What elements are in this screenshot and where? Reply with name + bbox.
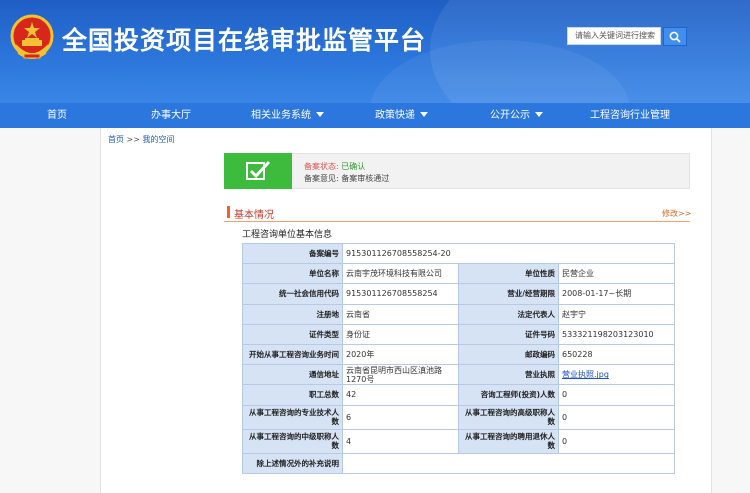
table-row: 从事工程咨询的专业技术人数 6 从事工程咨询的高级职称人数 0 bbox=[242, 404, 676, 430]
table-key: 从事工程咨询的聘用退休人数 bbox=[458, 428, 559, 454]
table-value: 2020年 bbox=[342, 343, 459, 366]
site-title: 全国投资项目在线审批监管平台 bbox=[62, 26, 427, 55]
table-row: 除上述情况外的补充说明 bbox=[242, 452, 676, 474]
table-value: 650228 bbox=[557, 343, 676, 366]
table-key: 证件类型 bbox=[242, 323, 343, 345]
table-key: 注册地 bbox=[242, 303, 343, 325]
table-key: 单位性质 bbox=[458, 263, 559, 285]
section-marker bbox=[227, 206, 230, 218]
edit-link[interactable]: 修改>> bbox=[662, 208, 691, 219]
table-value: 915301126708558254-20 bbox=[341, 242, 676, 265]
nav-industry-management[interactable]: 工程咨询行业管理 bbox=[590, 103, 670, 128]
table-value: 533321198203123010 bbox=[557, 323, 676, 345]
site-header: 全国投资项目在线审批监管平台 请输入关键词进行搜索 bbox=[0, 0, 750, 103]
status-state: 备案状态: 已确认 bbox=[304, 161, 365, 172]
status-opinion-label: 备案意见: bbox=[304, 174, 339, 183]
table-key: 邮政编码 bbox=[458, 343, 559, 366]
nav-home[interactable]: 首页 bbox=[47, 103, 67, 128]
chevron-down-icon bbox=[316, 111, 324, 117]
search-button[interactable] bbox=[663, 27, 687, 46]
status-state-value: 已确认 bbox=[341, 162, 366, 171]
main-nav: 首页 办事大厅 相关业务系统 政策快递 公开公示 工程咨询行业管理 bbox=[0, 103, 750, 128]
table-key: 营业执照 bbox=[458, 364, 559, 386]
breadcrumb-separator: >> bbox=[126, 135, 140, 144]
breadcrumb: 首页 >> 我的空间 bbox=[108, 134, 175, 145]
table-key: 从事工程咨询的中级职称人数 bbox=[242, 428, 343, 454]
table-value: 2008-01-17~长期 bbox=[557, 283, 676, 305]
table-value: 0 bbox=[557, 428, 676, 454]
table-row: 统一社会信用代码 915301126708558254 营业/经营期限 2008-01… bbox=[242, 283, 676, 305]
section-divider bbox=[224, 221, 690, 222]
table-value bbox=[341, 452, 676, 474]
page-margin-left bbox=[0, 128, 100, 493]
table-key: 除上述情况外的补充说明 bbox=[242, 452, 343, 474]
table-key: 法定代表人 bbox=[458, 303, 559, 325]
nav-public-notice[interactable]: 公开公示 bbox=[490, 103, 543, 128]
business-license-file-link[interactable]: 营业执照.jpg bbox=[562, 370, 609, 379]
table-row: 开始从事工程咨询业务时间 2020年 邮政编码 650228 bbox=[242, 343, 676, 366]
status-check bbox=[224, 153, 292, 189]
checkmark-icon bbox=[246, 160, 271, 180]
basic-info-table: 备案编号 915301126708558254-20 单位名称 云南宇茂环境科技有限公… bbox=[242, 242, 676, 474]
table-key: 通信地址 bbox=[242, 364, 343, 386]
section-title: 基本情况 bbox=[234, 210, 274, 221]
breadcrumb-home[interactable]: 首页 bbox=[108, 135, 124, 144]
table-value: 4 bbox=[342, 428, 459, 454]
table-key: 营业/经营期限 bbox=[458, 283, 559, 305]
table-value: 云南宇茂环境科技有限公司 bbox=[342, 263, 459, 285]
table-key: 从事工程咨询的高级职称人数 bbox=[458, 404, 559, 430]
table-value: 身份证 bbox=[342, 323, 459, 345]
table-value: 0 bbox=[557, 404, 676, 430]
nav-related-systems[interactable]: 相关业务系统 bbox=[251, 103, 324, 128]
national-emblem-icon bbox=[10, 14, 54, 59]
table-key: 从事工程咨询的专业技术人数 bbox=[242, 404, 343, 430]
table-value: 云南省昆明市西山区滇池路1270号 bbox=[342, 364, 459, 386]
table-value: 6 bbox=[342, 404, 459, 430]
table-row: 从事工程咨询的中级职称人数 4 从事工程咨询的聘用退休人数 0 bbox=[242, 428, 676, 454]
chevron-down-icon bbox=[535, 111, 543, 117]
table-row: 备案编号 915301126708558254-20 bbox=[242, 242, 676, 265]
table-row: 职工总数 42 咨询工程师(投资)人数 0 bbox=[242, 384, 676, 406]
table-value: 营业执照.jpg bbox=[557, 364, 676, 386]
nav-service-hall[interactable]: 办事大厅 bbox=[151, 103, 191, 128]
table-row: 通信地址 云南省昆明市西山区滇池路1270号 营业执照 营业执照.jpg bbox=[242, 364, 676, 386]
table-value: 915301126708558254 bbox=[342, 283, 459, 305]
search-icon bbox=[669, 31, 681, 43]
table-value: 云南省 bbox=[342, 303, 459, 325]
table-row: 单位名称 云南宇茂环境科技有限公司 单位性质 民营企业 bbox=[242, 263, 676, 285]
table-key: 咨询工程师(投资)人数 bbox=[458, 384, 559, 406]
status-opinion: 备案意见: 备案审核通过 bbox=[304, 173, 389, 184]
table-key: 证件号码 bbox=[458, 323, 559, 345]
section-subtitle: 工程咨询单位基本信息 bbox=[242, 230, 333, 240]
status-panel bbox=[224, 153, 690, 189]
nav-policy[interactable]: 政策快递 bbox=[375, 103, 428, 128]
table-value: 民营企业 bbox=[557, 263, 676, 285]
table-row: 注册地 云南省 法定代表人 赵宇宁 bbox=[242, 303, 676, 325]
table-key: 职工总数 bbox=[242, 384, 343, 406]
table-key: 单位名称 bbox=[242, 263, 343, 285]
table-row: 证件类型 身份证 证件号码 533321198203123010 bbox=[242, 323, 676, 345]
table-value: 0 bbox=[557, 384, 676, 406]
search-input[interactable]: 请输入关键词进行搜索 bbox=[567, 27, 661, 45]
table-value: 赵宇宁 bbox=[557, 303, 676, 325]
table-key: 统一社会信用代码 bbox=[242, 283, 343, 305]
page-margin-right bbox=[712, 128, 750, 493]
status-opinion-value: 备案审核通过 bbox=[341, 174, 390, 183]
table-key: 备案编号 bbox=[242, 242, 343, 265]
table-key: 开始从事工程咨询业务时间 bbox=[242, 343, 343, 366]
status-state-label: 备案状态: bbox=[304, 162, 339, 171]
chevron-down-icon bbox=[420, 111, 428, 117]
table-value: 42 bbox=[342, 384, 459, 406]
breadcrumb-current[interactable]: 我的空间 bbox=[143, 135, 175, 144]
